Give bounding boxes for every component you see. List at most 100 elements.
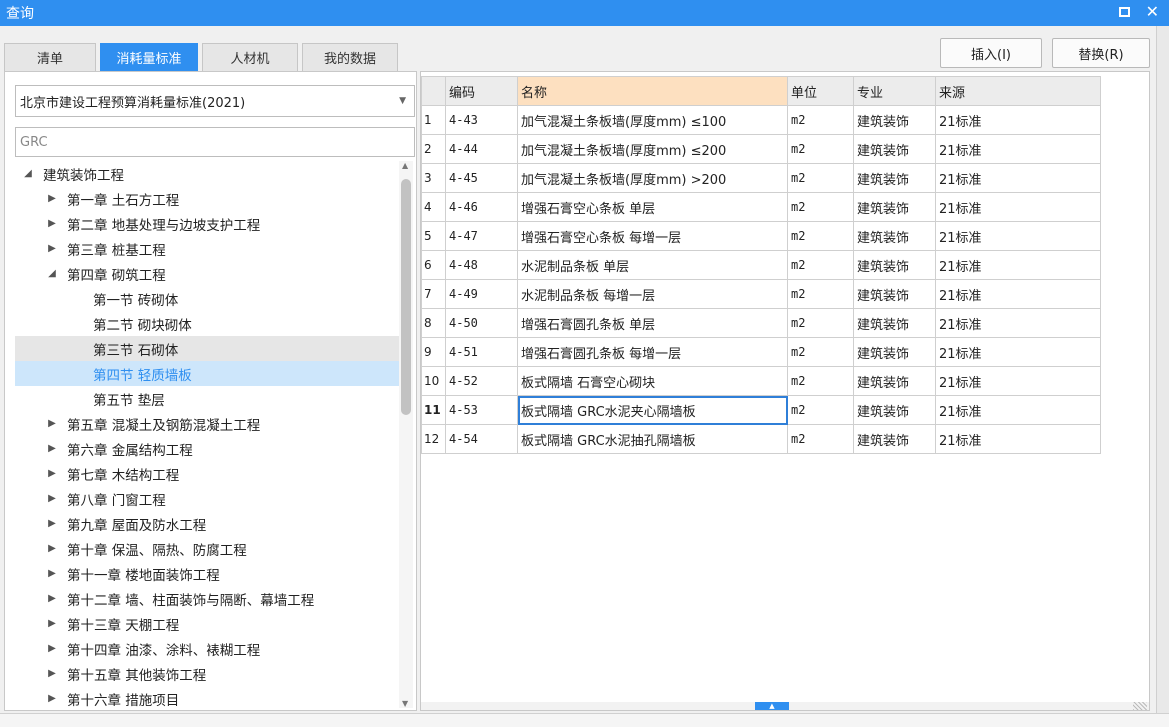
collapsed-triangle-icon[interactable]: ▶: [45, 568, 59, 579]
name-cell[interactable]: 水泥制品条板 每增一层: [517, 279, 788, 309]
unit-cell[interactable]: m2: [787, 279, 854, 309]
code-cell[interactable]: 4-51: [445, 337, 518, 367]
tree-item[interactable]: 第五节 垫层: [15, 386, 399, 411]
collapsed-triangle-icon[interactable]: ▶: [45, 668, 59, 679]
table-row[interactable]: 2 4-44 加气混凝土条板墙(厚度mm) ≤200 m2 建筑装饰 21标准: [421, 134, 1101, 164]
search-input[interactable]: GRC: [15, 127, 415, 157]
table-row[interactable]: 6 4-48 水泥制品条板 单层 m2 建筑装饰 21标准: [421, 250, 1101, 280]
name-cell[interactable]: 加气混凝土条板墙(厚度mm) ≤200: [517, 134, 788, 164]
table-row[interactable]: 10 4-52 板式隔墙 石膏空心砌块 m2 建筑装饰 21标准: [421, 366, 1101, 396]
collapsed-triangle-icon[interactable]: ▶: [45, 693, 59, 704]
collapsed-triangle-icon[interactable]: ▶: [45, 618, 59, 629]
name-cell[interactable]: 板式隔墙 GRC水泥抽孔隔墙板: [517, 424, 788, 454]
source-cell[interactable]: 21标准: [935, 105, 1101, 135]
code-cell[interactable]: 4-50: [445, 308, 518, 338]
standard-select[interactable]: 北京市建设工程预算消耗量标准(2021) ▼: [15, 85, 415, 117]
code-cell[interactable]: 4-46: [445, 192, 518, 222]
source-cell[interactable]: 21标准: [935, 221, 1101, 251]
name-cell[interactable]: 增强石膏空心条板 每增一层: [517, 221, 788, 251]
close-icon[interactable]: ✕: [1146, 3, 1159, 21]
tree-item[interactable]: ▶ 第十二章 墙、柱面装饰与隔断、幕墙工程: [15, 586, 399, 611]
collapsed-triangle-icon[interactable]: ▶: [45, 218, 59, 229]
table-row[interactable]: 1 4-43 加气混凝土条板墙(厚度mm) ≤100 m2 建筑装饰 21标准: [421, 105, 1101, 135]
tree-scrollbar[interactable]: ▲ ▼: [399, 161, 413, 708]
maximize-icon[interactable]: [1118, 7, 1130, 17]
name-cell[interactable]: 板式隔墙 石膏空心砌块: [517, 366, 788, 396]
specialty-cell[interactable]: 建筑装饰: [853, 308, 936, 338]
table-row[interactable]: 5 4-47 增强石膏空心条板 每增一层 m2 建筑装饰 21标准: [421, 221, 1101, 251]
code-cell[interactable]: 4-45: [445, 163, 518, 193]
source-cell[interactable]: 21标准: [935, 308, 1101, 338]
tree-item[interactable]: 第二节 砌块砌体: [15, 311, 399, 336]
splitter-bar[interactable]: ▲: [421, 702, 1149, 710]
tree-item[interactable]: ▶ 第一章 土石方工程: [15, 186, 399, 211]
specialty-cell[interactable]: 建筑装饰: [853, 279, 936, 309]
source-cell[interactable]: 21标准: [935, 134, 1101, 164]
collapsed-triangle-icon[interactable]: ▶: [45, 493, 59, 504]
resize-grip-icon[interactable]: [1133, 702, 1147, 710]
tab-labor-material-machine[interactable]: 人材机: [202, 43, 298, 71]
tree-item[interactable]: ▶ 第六章 金属结构工程: [15, 436, 399, 461]
name-cell[interactable]: 增强石膏空心条板 单层: [517, 192, 788, 222]
table-row[interactable]: 4 4-46 增强石膏空心条板 单层 m2 建筑装饰 21标准: [421, 192, 1101, 222]
collapsed-triangle-icon[interactable]: ▶: [45, 193, 59, 204]
code-cell[interactable]: 4-53: [445, 395, 518, 425]
tab-consumption-standard[interactable]: 消耗量标准: [100, 43, 198, 71]
table-row[interactable]: 12 4-54 板式隔墙 GRC水泥抽孔隔墙板 m2 建筑装饰 21标准: [421, 424, 1101, 454]
unit-cell[interactable]: m2: [787, 366, 854, 396]
tree-item[interactable]: ▶ 第二章 地基处理与边坡支护工程: [15, 211, 399, 236]
code-cell[interactable]: 4-54: [445, 424, 518, 454]
column-header-name[interactable]: 名称: [517, 76, 788, 106]
name-cell[interactable]: 增强石膏圆孔条板 每增一层: [517, 337, 788, 367]
tree-item[interactable]: ◢ 第四章 砌筑工程: [15, 261, 399, 286]
tree-item[interactable]: ▶ 第七章 木结构工程: [15, 461, 399, 486]
name-cell[interactable]: 水泥制品条板 单层: [517, 250, 788, 280]
collapsed-triangle-icon[interactable]: ▶: [45, 593, 59, 604]
source-cell[interactable]: 21标准: [935, 279, 1101, 309]
name-cell[interactable]: 加气混凝土条板墙(厚度mm) >200: [517, 163, 788, 193]
name-cell[interactable]: 增强石膏圆孔条板 单层: [517, 308, 788, 338]
table-row[interactable]: 7 4-49 水泥制品条板 每增一层 m2 建筑装饰 21标准: [421, 279, 1101, 309]
unit-cell[interactable]: m2: [787, 250, 854, 280]
specialty-cell[interactable]: 建筑装饰: [853, 424, 936, 454]
code-cell[interactable]: 4-52: [445, 366, 518, 396]
specialty-cell[interactable]: 建筑装饰: [853, 221, 936, 251]
unit-cell[interactable]: m2: [787, 424, 854, 454]
code-cell[interactable]: 4-47: [445, 221, 518, 251]
replace-button[interactable]: 替换(R): [1052, 38, 1150, 68]
scroll-down-icon[interactable]: ▼: [402, 699, 408, 708]
collapsed-triangle-icon[interactable]: ▶: [45, 518, 59, 529]
specialty-cell[interactable]: 建筑装饰: [853, 250, 936, 280]
tree-item[interactable]: ▶ 第八章 门窗工程: [15, 486, 399, 511]
tree-item[interactable]: ▶ 第十六章 措施项目: [15, 686, 399, 709]
expanded-triangle-icon[interactable]: ◢: [45, 268, 59, 279]
tree-item[interactable]: 第四节 轻质墙板: [15, 361, 399, 386]
column-header-unit[interactable]: 单位: [787, 76, 854, 106]
chevron-down-icon[interactable]: ▼: [399, 96, 406, 106]
specialty-cell[interactable]: 建筑装饰: [853, 337, 936, 367]
name-cell[interactable]: 板式隔墙 GRC水泥夹心隔墙板: [517, 395, 788, 425]
specialty-cell[interactable]: 建筑装饰: [853, 134, 936, 164]
column-header-specialty[interactable]: 专业: [853, 76, 936, 106]
specialty-cell[interactable]: 建筑装饰: [853, 395, 936, 425]
source-cell[interactable]: 21标准: [935, 192, 1101, 222]
collapse-up-icon[interactable]: ▲: [755, 702, 789, 710]
tree-item[interactable]: ▶ 第十五章 其他装饰工程: [15, 661, 399, 686]
unit-cell[interactable]: m2: [787, 163, 854, 193]
expanded-triangle-icon[interactable]: ◢: [21, 168, 35, 179]
tree-item[interactable]: 第一节 砖砌体: [15, 286, 399, 311]
collapsed-triangle-icon[interactable]: ▶: [45, 243, 59, 254]
table-row[interactable]: 11 4-53 板式隔墙 GRC水泥夹心隔墙板 m2 建筑装饰 21标准: [421, 395, 1101, 425]
source-cell[interactable]: 21标准: [935, 250, 1101, 280]
collapsed-triangle-icon[interactable]: ▶: [45, 643, 59, 654]
unit-cell[interactable]: m2: [787, 308, 854, 338]
specialty-cell[interactable]: 建筑装饰: [853, 192, 936, 222]
specialty-cell[interactable]: 建筑装饰: [853, 105, 936, 135]
insert-button[interactable]: 插入(I): [940, 38, 1042, 68]
specialty-cell[interactable]: 建筑装饰: [853, 366, 936, 396]
tree-item[interactable]: ▶ 第九章 屋面及防水工程: [15, 511, 399, 536]
table-row[interactable]: 3 4-45 加气混凝土条板墙(厚度mm) >200 m2 建筑装饰 21标准: [421, 163, 1101, 193]
collapsed-triangle-icon[interactable]: ▶: [45, 468, 59, 479]
column-header-source[interactable]: 来源: [935, 76, 1101, 106]
scrollbar-thumb[interactable]: [401, 179, 411, 415]
